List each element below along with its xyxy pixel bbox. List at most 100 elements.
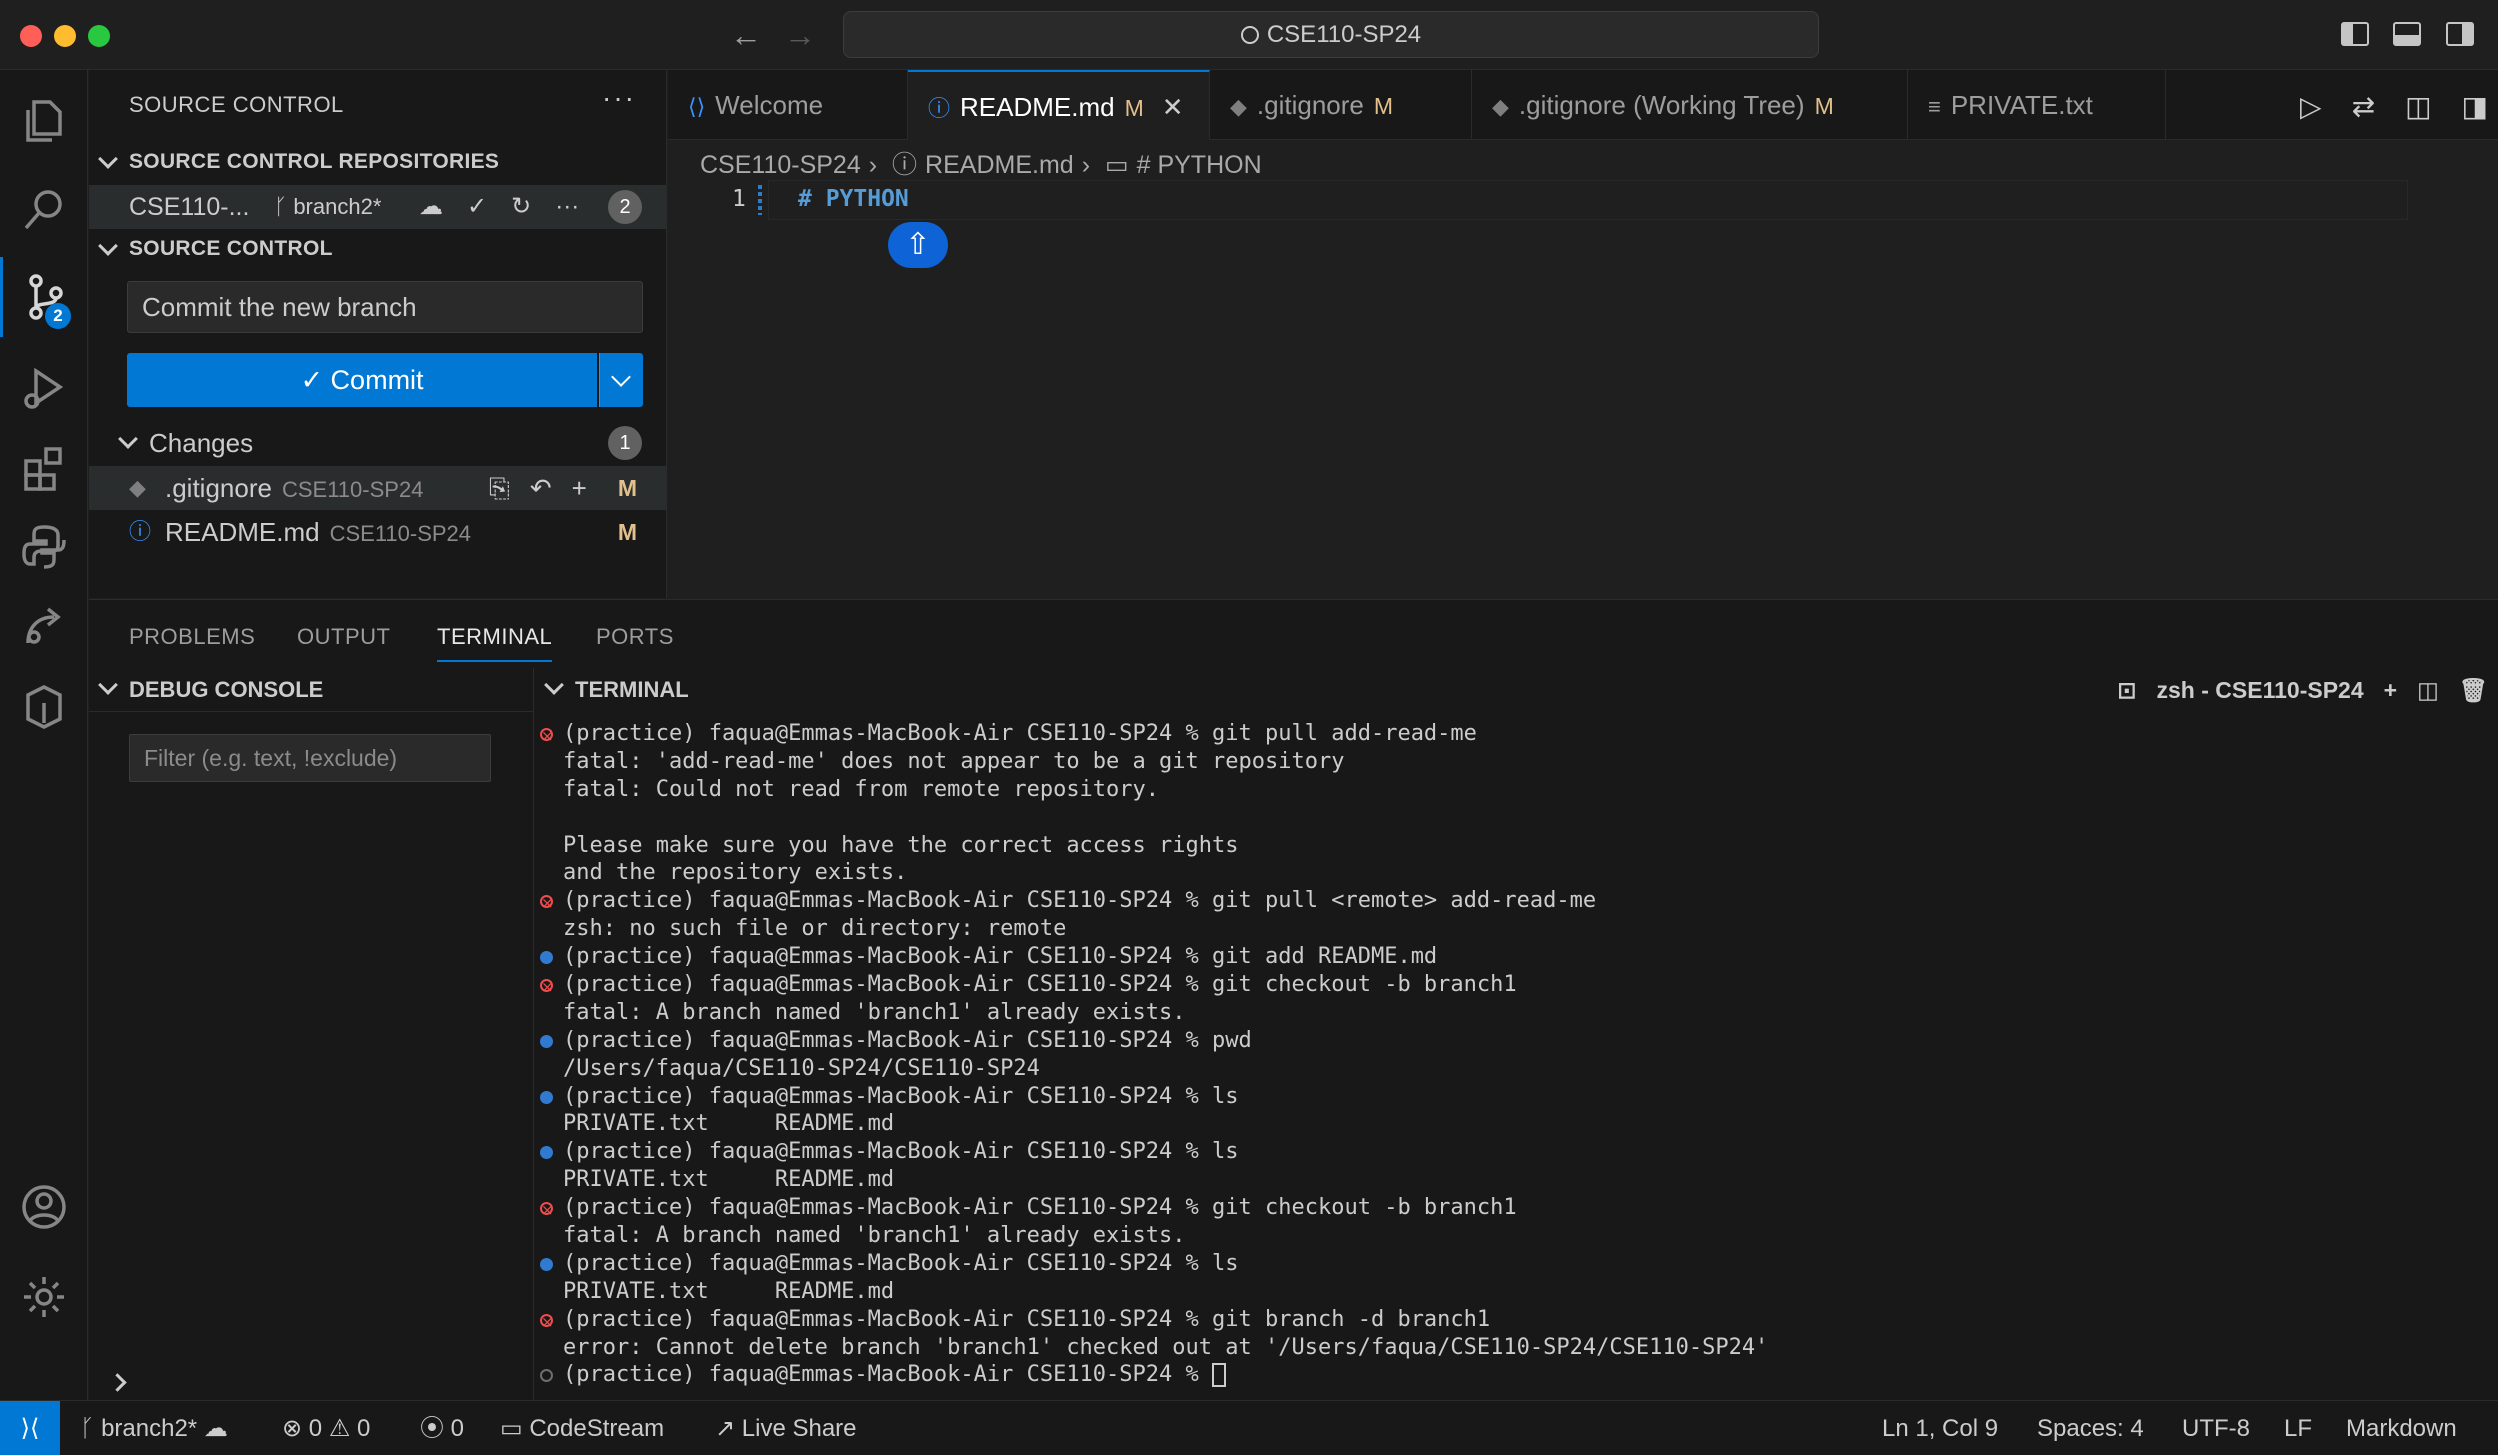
terminal-line: /Users/faqua/CSE110-SP24/CSE110-SP24: [563, 1055, 1040, 1081]
terminal-line: PRIVATE.txt README.md: [563, 1167, 895, 1193]
command-success-icon[interactable]: [540, 1257, 553, 1271]
terminal-line: (practice) faqua@Emmas-MacBook-Air CSE11…: [535, 1306, 2498, 1337]
status-branch[interactable]: ᚴ branch2* ☁: [80, 1401, 228, 1455]
run-file-icon[interactable]: ▷: [2300, 90, 2322, 123]
python-icon[interactable]: [0, 507, 88, 587]
tab-welcome[interactable]: ⟨⟩ Welcome: [668, 70, 908, 140]
command-error-icon[interactable]: [540, 974, 554, 1002]
repo-branch[interactable]: ᚴ branch2*: [274, 185, 381, 229]
tab-readme[interactable]: ⓘ README.md M ✕: [908, 70, 1210, 140]
changes-group-header[interactable]: Changes 1: [89, 422, 667, 464]
command-pending-icon[interactable]: [540, 1369, 553, 1383]
error-icon: ⊗: [282, 1415, 309, 1442]
command-success-icon[interactable]: [540, 1090, 553, 1104]
toggle-secondary-sidebar-icon[interactable]: [2446, 22, 2474, 46]
stage-changes-icon[interactable]: +: [572, 466, 587, 510]
commit-dropdown-button[interactable]: [599, 353, 643, 407]
vscode-window: ← → CSE110-SP24 2 SOURCE CONTROL ··· SOU…: [0, 0, 2498, 1455]
status-ports[interactable]: ⦿ 0: [420, 1401, 464, 1455]
refresh-icon[interactable]: ↻: [511, 185, 531, 229]
command-success-icon[interactable]: [540, 1146, 553, 1160]
repository-row[interactable]: CSE110-... ᚴ branch2* ☁ ✓ ↻ ··· 2: [89, 185, 667, 229]
explorer-icon[interactable]: [0, 80, 88, 160]
forward-arrow-icon[interactable]: →: [784, 17, 816, 53]
command-error-icon[interactable]: [540, 1197, 554, 1225]
terminal-name[interactable]: zsh - CSE110-SP24: [2157, 668, 2364, 712]
search-icon[interactable]: [0, 170, 88, 250]
tab-problems[interactable]: PROBLEMS: [129, 624, 255, 650]
breadcrumb-file[interactable]: README.md: [925, 151, 1074, 179]
breadcrumb-symbol[interactable]: # PYTHON: [1137, 151, 1262, 179]
commit-button[interactable]: ✓ Commit: [127, 353, 597, 407]
status-eol[interactable]: LF: [2284, 1401, 2312, 1455]
settings-gear-icon[interactable]: [0, 1257, 88, 1337]
source-control-section-header[interactable]: SOURCE CONTROL: [89, 229, 667, 269]
discard-changes-icon[interactable]: ↶: [530, 466, 552, 510]
tab-terminal[interactable]: TERMINAL: [437, 624, 553, 662]
live-share-icon[interactable]: [0, 587, 88, 667]
status-problems[interactable]: ⊗ 0 ⚠ 0: [282, 1401, 370, 1455]
repo-name: CSE110-...: [129, 193, 250, 221]
close-tab-icon[interactable]: ✕: [1162, 92, 1184, 122]
terminal-line: PRIVATE.txt README.md: [563, 1278, 895, 1304]
split-editor-icon[interactable]: ◨: [2462, 90, 2488, 123]
command-error-icon[interactable]: [540, 723, 554, 751]
info-icon: ⓘ: [892, 151, 918, 179]
status-cursor-position[interactable]: Ln 1, Col 9: [1882, 1401, 1998, 1455]
toggle-primary-sidebar-icon[interactable]: [2341, 22, 2369, 46]
status-language-mode[interactable]: Markdown: [2346, 1401, 2457, 1455]
split-terminal-icon[interactable]: ◫: [2417, 668, 2439, 712]
accounts-icon[interactable]: [0, 1167, 88, 1247]
repositories-section-header[interactable]: SOURCE CONTROL REPOSITORIES: [89, 142, 667, 182]
debug-filter-input[interactable]: Filter (e.g. text, !exclude): [129, 734, 491, 782]
close-window-button[interactable]: [20, 25, 42, 47]
open-changes-icon[interactable]: ⇄: [2352, 90, 2375, 123]
status-codestream[interactable]: ▭ CodeStream: [500, 1401, 664, 1455]
live-share-action-icon[interactable]: [888, 222, 948, 268]
status-encoding[interactable]: UTF-8: [2182, 1401, 2250, 1455]
new-terminal-icon[interactable]: +: [2384, 668, 2397, 712]
chevron-right-icon[interactable]: [108, 1373, 127, 1392]
command-error-icon[interactable]: [540, 890, 554, 918]
minimize-window-button[interactable]: [54, 25, 76, 47]
commit-check-icon[interactable]: ✓: [467, 185, 487, 229]
code-line[interactable]: # PYTHON: [798, 186, 909, 212]
tab-gitignore-working-tree[interactable]: ◆ .gitignore (Working Tree) M: [1472, 70, 1908, 140]
status-live-share[interactable]: ↗ Live Share: [715, 1401, 857, 1455]
command-success-icon[interactable]: [540, 1034, 553, 1048]
status-indentation[interactable]: Spaces: 4: [2037, 1401, 2144, 1455]
command-success-icon[interactable]: [540, 951, 553, 965]
publish-cloud-icon[interactable]: ☁: [419, 185, 443, 229]
breadcrumb-folder[interactable]: CSE110-SP24: [700, 151, 861, 179]
tab-ports[interactable]: PORTS: [596, 624, 674, 650]
tab-output[interactable]: OUTPUT: [297, 624, 390, 650]
kill-terminal-icon[interactable]: 🗑: [2459, 668, 2488, 712]
changed-file-row[interactable]: ◆ .gitignore CSE110-SP24 ⎘ ↶ + M: [89, 466, 667, 510]
open-preview-icon[interactable]: ◫: [2405, 90, 2431, 123]
extensions-icon[interactable]: [0, 427, 88, 507]
more-actions-icon[interactable]: ···: [602, 82, 636, 114]
codestream-icon[interactable]: [0, 667, 88, 747]
terminal-line: (practice) faqua@Emmas-MacBook-Air CSE11…: [535, 1138, 2498, 1166]
toggle-panel-icon[interactable]: [2393, 22, 2421, 46]
back-arrow-icon[interactable]: ←: [730, 17, 762, 53]
vscode-logo-icon: ⟨⟩: [688, 94, 706, 119]
command-center-search[interactable]: CSE110-SP24: [843, 11, 1819, 58]
open-file-icon[interactable]: ⎘: [489, 466, 510, 510]
commit-message-input[interactable]: Commit the new branch: [127, 281, 643, 333]
tab-gitignore[interactable]: ◆ .gitignore M: [1210, 70, 1472, 140]
command-error-icon[interactable]: [540, 1309, 554, 1337]
repo-more-icon[interactable]: ···: [555, 185, 579, 229]
search-icon: [1240, 26, 1259, 44]
run-debug-icon[interactable]: [0, 347, 88, 427]
debug-console-header[interactable]: DEBUG CONSOLE: [89, 668, 534, 712]
remote-indicator-icon[interactable]: ⟩⟨: [0, 1401, 60, 1455]
changed-file-row[interactable]: ⓘ README.md CSE110-SP24 M: [89, 510, 667, 554]
terminal-line: fatal: 'add-read-me' does not appear to …: [563, 748, 1345, 774]
source-control-icon[interactable]: 2: [0, 257, 88, 337]
terminal-line: (practice) faqua@Emmas-MacBook-Air CSE11…: [535, 1361, 2498, 1389]
sync-cloud-icon: ☁: [203, 1415, 228, 1442]
terminal-output[interactable]: (practice) faqua@Emmas-MacBook-Air CSE11…: [535, 720, 2498, 1389]
maximize-window-button[interactable]: [88, 25, 110, 47]
tab-private-txt[interactable]: ≡ PRIVATE.txt: [1908, 70, 2166, 140]
